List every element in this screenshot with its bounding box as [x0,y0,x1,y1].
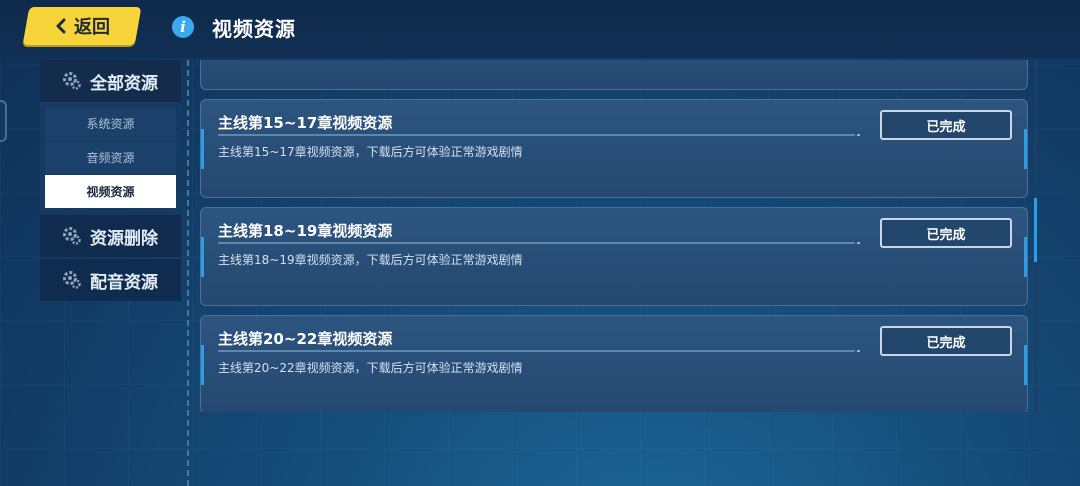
resource-description: 主线第20~22章视频资源，下载后方可体验正常游戏剧情 [218,361,523,375]
chevron-left-icon [56,18,66,34]
divider [187,60,189,486]
top-bar: 返回 i 视频资源 [0,0,1080,58]
sidebar-item-video-resources[interactable]: 视频资源 [45,175,176,208]
back-button-label: 返回 [74,17,110,38]
title-underline [218,242,860,244]
side-drawer-handle[interactable] [0,100,7,142]
sidebar-submenu: 系统资源 音频资源 视频资源 [40,102,181,213]
title-underline [218,134,860,136]
resource-card: 主线第18~19章视频资源 主线第18~19章视频资源，下载后方可体验正常游戏剧… [200,207,1028,306]
resource-title: 主线第15~17章视频资源 [218,114,393,132]
resource-title: 主线第18~19章视频资源 [218,222,393,240]
sidebar-item-system-resources[interactable]: 系统资源 [45,107,176,140]
resource-card: 主线第15~17章视频资源 主线第15~17章视频资源，下载后方可体验正常游戏剧… [200,99,1028,198]
sidebar-section-voice-resources[interactable]: 配音资源 [40,259,181,301]
resource-card-partial [200,60,1028,90]
page-title: 视频资源 [212,17,296,41]
scrollbar-thumb[interactable] [1034,198,1037,262]
completed-button[interactable]: 已完成 [880,326,1012,356]
sidebar-item-audio-resources[interactable]: 音频资源 [45,141,176,174]
resource-description: 主线第18~19章视频资源，下载后方可体验正常游戏剧情 [218,253,523,267]
completed-button[interactable]: 已完成 [880,110,1012,140]
sidebar: 全部资源 系统资源 音频资源 视频资源 资源删除 配音资源 [40,60,181,301]
info-icon[interactable]: i [172,16,194,38]
sidebar-section-label: 资源删除 [90,228,158,249]
sidebar-section-delete-resources[interactable]: 资源删除 [40,215,181,257]
title-underline [218,350,860,352]
gear-icon [63,227,81,245]
sidebar-section-all-resources[interactable]: 全部资源 [40,60,181,102]
resource-description: 主线第15~17章视频资源，下载后方可体验正常游戏剧情 [218,145,523,159]
resource-card: 主线第20~22章视频资源 主线第20~22章视频资源，下载后方可体验正常游戏剧… [200,315,1028,412]
sidebar-section-label: 配音资源 [90,272,158,293]
sidebar-section-label: 全部资源 [90,73,158,94]
gear-icon [63,271,81,289]
gear-icon [63,72,81,90]
completed-button[interactable]: 已完成 [880,218,1012,248]
resource-list[interactable]: 主线第15~17章视频资源 主线第15~17章视频资源，下载后方可体验正常游戏剧… [200,60,1030,412]
resource-title: 主线第20~22章视频资源 [218,330,393,348]
back-button[interactable]: 返回 [22,7,142,45]
